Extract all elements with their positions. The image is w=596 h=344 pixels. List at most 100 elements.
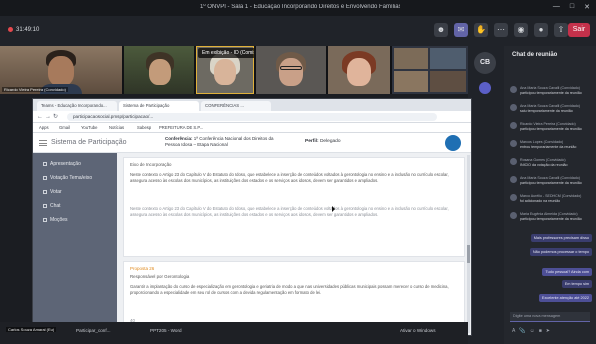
meeting-timer: 31:49:10 bbox=[8, 27, 39, 33]
taskbar-item[interactable]: Participar_conf... bbox=[76, 328, 110, 333]
emoji-icon[interactable]: ☺ bbox=[530, 328, 535, 334]
maximize-icon[interactable]: □ bbox=[570, 3, 574, 11]
camera-icon[interactable]: ◉ bbox=[514, 23, 528, 37]
browser-tab[interactable]: Sistema de Participação bbox=[119, 101, 199, 111]
self-video-caption: Carlos Souza Amaral (Eu) bbox=[6, 327, 57, 332]
chat-bubble: Tudo pessoal? Ainda com bbox=[542, 268, 592, 276]
proposal-text: Neste contexto o Artigo 23 do Capítulo V… bbox=[130, 172, 449, 183]
chat-message: Ana Maria Souza Cavalli (Convidado) saiu … bbox=[510, 104, 594, 118]
scrollbar-thumb[interactable] bbox=[467, 245, 470, 263]
bookmark-item[interactable]: Sabesp bbox=[137, 125, 151, 130]
chat-bubble: Em tempo sim bbox=[561, 280, 592, 288]
logo-icon bbox=[445, 135, 461, 151]
bookmark-item[interactable]: Gmail bbox=[59, 125, 70, 130]
mini-video-tile[interactable] bbox=[394, 71, 428, 92]
avatar bbox=[510, 158, 517, 165]
screen-root: 1º ONVPI - Sala 1 - Educação Incorporand… bbox=[0, 0, 596, 344]
scrollbar[interactable] bbox=[467, 155, 470, 333]
chat-sender: Marcos Lopes (Convidado) bbox=[520, 140, 564, 144]
share-screen-icon[interactable]: ⇧ bbox=[554, 23, 568, 37]
proposal-text: Garantir a implantação do curso de espec… bbox=[130, 284, 449, 295]
leave-button[interactable]: Sair bbox=[568, 23, 590, 37]
taskbar-item[interactable]: PPT205 - Word bbox=[150, 328, 182, 333]
video-tile-grid[interactable] bbox=[392, 46, 468, 94]
chat-icon[interactable]: ✉ bbox=[454, 23, 468, 37]
presenter-caption: Ricardo Vieira Pereira (Convidado) bbox=[2, 87, 68, 92]
mini-video-tile[interactable] bbox=[430, 48, 466, 69]
people-icon[interactable]: ☻ bbox=[434, 23, 448, 37]
more-options-icon[interactable]: ⋯ bbox=[494, 23, 508, 37]
browser-address-bar: ←→↻ participacaosocial.pmsp/participacao… bbox=[33, 111, 471, 123]
screen-share-chip: Em exibição - ID (Comissão) bbox=[198, 48, 254, 58]
vote-icon bbox=[43, 175, 47, 180]
meeting-timer-text: 31:49:10 bbox=[16, 27, 40, 34]
chat-message-input[interactable]: Digite uma nova mensagem bbox=[510, 312, 590, 322]
mini-video-tile[interactable] bbox=[394, 48, 428, 69]
chat-bubble: Não podemos processar o tempo bbox=[529, 248, 592, 256]
browser-tab[interactable]: CONFERÊNCIAS ... bbox=[201, 101, 271, 111]
url-field[interactable]: participacaosocial.pmsp/participacao/... bbox=[67, 113, 437, 121]
video-tile-2[interactable] bbox=[124, 46, 194, 94]
conference-info: Conferência: 1ª Conferência Nacional dos… bbox=[165, 136, 275, 147]
chat-body: foi adicionado na reunião bbox=[520, 199, 561, 203]
gif-icon[interactable]: ■ bbox=[539, 328, 542, 334]
chat-message: Maria Eugênia Almeida (Convidado) partici… bbox=[510, 212, 594, 226]
sidebar-item-chat[interactable]: Chat bbox=[43, 203, 61, 209]
ballot-icon bbox=[43, 189, 47, 194]
proposal-number: Proposta 26 bbox=[130, 266, 155, 271]
sidebar-item-mocoes[interactable]: Moções bbox=[43, 217, 68, 223]
proposal-card: Eixo de Incorporação Neste contexto o Ar… bbox=[123, 157, 465, 257]
taskbar: Participar_conf... PPT205 - Word Ativar … bbox=[0, 322, 468, 344]
conference-label: Conferência: bbox=[165, 136, 193, 141]
video-tile-4[interactable] bbox=[256, 46, 326, 94]
mini-video-tile[interactable] bbox=[430, 71, 466, 92]
chat-icon bbox=[43, 203, 47, 208]
participants-column: CB bbox=[468, 46, 504, 344]
sidebar-item-label: Votar bbox=[50, 189, 62, 195]
chat-message: Marco Aurélio - SEDHCM (Convidado) foi ad… bbox=[510, 194, 594, 208]
recording-dot-icon bbox=[8, 27, 13, 32]
sidebar-item-votar[interactable]: Votar bbox=[43, 189, 62, 195]
attach-icon[interactable]: 📎 bbox=[519, 328, 525, 334]
raise-hand-icon[interactable]: ✋ bbox=[474, 23, 488, 37]
sidebar-item-apresentacao[interactable]: Apresentação bbox=[43, 161, 81, 167]
close-icon[interactable]: ✕ bbox=[584, 3, 590, 11]
taskbar-item: Ativar o Windows bbox=[400, 328, 436, 333]
bookmark-item[interactable]: YouTube bbox=[81, 125, 97, 130]
meeting-toolbar: 31:49:10 ☻ ✉ ✋ ⋯ ◉ ● ⇧ Sair bbox=[0, 16, 596, 46]
video-tile-3[interactable]: Em exibição - ID (Comissão) bbox=[196, 46, 254, 94]
participant-status-icon bbox=[479, 82, 491, 94]
chat-body: participou temporariamente da reunião bbox=[520, 217, 582, 221]
proposal-label: Eixo de Incorporação bbox=[130, 162, 172, 167]
browser-nav-icons[interactable]: ←→↻ bbox=[37, 113, 60, 120]
participant-avatar[interactable]: CB bbox=[474, 52, 496, 74]
bookmark-item[interactable]: Apps bbox=[39, 125, 49, 130]
app-sidebar: Apresentação Votação Tema/eixo Votar Cha… bbox=[33, 153, 117, 335]
menu-icon[interactable] bbox=[39, 140, 47, 146]
chat-bubble: Mais professores precisam disso bbox=[530, 234, 592, 242]
sidebar-item-votacao[interactable]: Votação Tema/eixo bbox=[43, 175, 92, 181]
chat-sender: Ana Maria Souza Cavalli (Convidado) bbox=[520, 104, 580, 108]
send-icon[interactable]: ➤ bbox=[546, 328, 550, 334]
chat-sender: Ricardo Vieira Pereira (Convidado) bbox=[520, 122, 576, 126]
browser-tab[interactable]: Teams - Educação Incorporando... bbox=[37, 101, 117, 111]
minimize-icon[interactable]: — bbox=[553, 3, 560, 11]
chat-tools: A 📎 ☺ ■ ➤ bbox=[512, 328, 550, 334]
window-controls: — □ ✕ bbox=[553, 3, 590, 11]
chat-sender: Marco Aurélio - SEDHCM (Convidado) bbox=[520, 194, 582, 198]
bookmark-item[interactable]: PREFEITURA DE S.P... bbox=[159, 125, 203, 130]
format-icon[interactable]: A bbox=[512, 328, 515, 334]
video-tile-5[interactable] bbox=[328, 46, 390, 94]
video-tile-presenter[interactable]: Ricardo Vieira Pereira (Convidado) bbox=[0, 46, 122, 94]
avatar bbox=[510, 194, 517, 201]
window-title: 1º ONVPI - Sala 1 - Educação Incorporand… bbox=[200, 4, 400, 10]
bookmark-item[interactable]: Notícias bbox=[109, 125, 124, 130]
chat-message: Rosana Gomes (Convidado) INICIO da votaçã… bbox=[510, 158, 594, 172]
mouse-cursor-icon bbox=[332, 206, 335, 212]
chat-body: participou temporariamente da reunião bbox=[520, 91, 582, 95]
avatar bbox=[510, 176, 517, 183]
avatar bbox=[510, 140, 517, 147]
microphone-icon[interactable]: ● bbox=[534, 23, 548, 37]
sidebar-item-label: Moções bbox=[50, 217, 68, 223]
meeting-chat-panel: Chat de reunião Ana Maria Souza Cavalli … bbox=[504, 46, 596, 344]
